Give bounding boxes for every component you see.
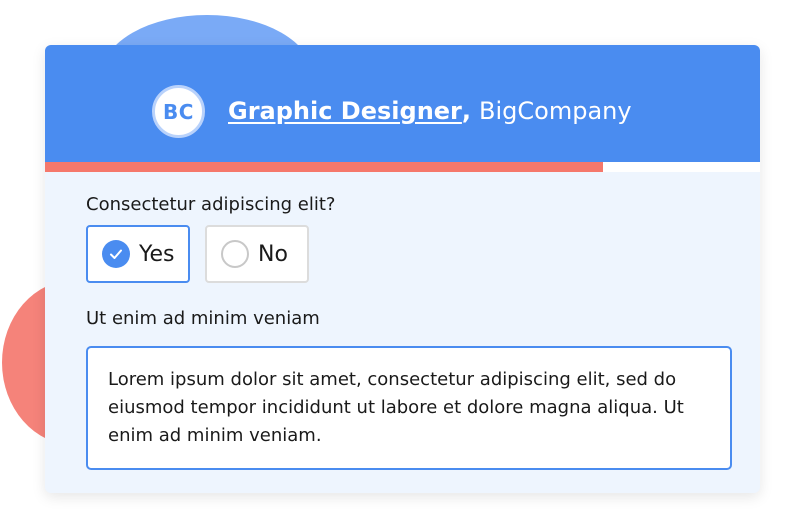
option-no-label: No [258, 241, 288, 267]
card-header: BC Graphic Designer, BigCompany [45, 45, 760, 162]
application-card: BC Graphic Designer, BigCompany Consectet… [45, 45, 760, 493]
question-label: Consectetur adipiscing elit? [86, 194, 336, 215]
job-title-heading: Graphic Designer, BigCompany [228, 95, 632, 127]
check-icon [102, 240, 130, 268]
title-separator: , [461, 97, 472, 125]
progress-bar [45, 162, 760, 172]
option-yes[interactable]: Yes [86, 225, 190, 283]
answer-textarea[interactable]: Lorem ipsum dolor sit amet, consectetur … [86, 346, 732, 470]
company-logo-badge: BC [152, 85, 205, 138]
company-name: BigCompany [479, 97, 632, 125]
option-no[interactable]: No [205, 225, 309, 283]
badge-text: BC [163, 99, 194, 124]
progress-fill [45, 162, 603, 172]
answer-label: Ut enim ad minim veniam [86, 308, 320, 329]
radio-empty-icon [221, 240, 249, 268]
option-yes-label: Yes [139, 241, 175, 267]
job-title-link[interactable]: Graphic Designer [228, 97, 462, 125]
